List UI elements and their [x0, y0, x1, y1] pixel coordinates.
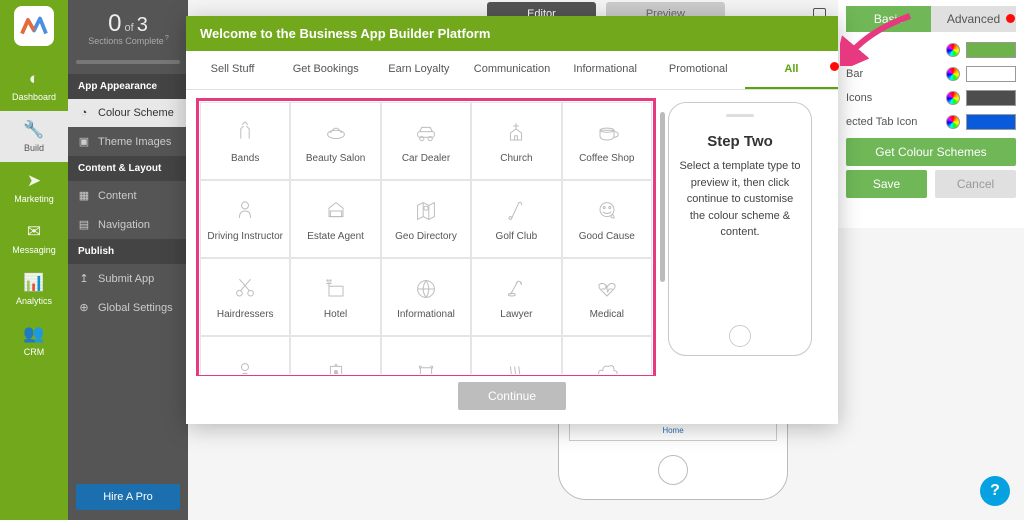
left-rail: ◐Dashboard 🔧Build ➤Marketing ✉Messaging … — [0, 0, 68, 520]
layout-icon: ▦ — [78, 189, 90, 202]
chart-icon: 📊 — [0, 273, 68, 293]
template-grid[interactable]: Bands Beauty Salon Car Dealer Church Cof… — [200, 102, 652, 374]
template-church[interactable]: Church — [471, 102, 561, 180]
cancel-button[interactable]: Cancel — [935, 170, 1016, 198]
tab-sell-stuff[interactable]: Sell Stuff — [186, 51, 279, 89]
template-hotel[interactable]: Hotel — [290, 258, 380, 336]
template-item[interactable] — [471, 336, 561, 374]
template-beauty-salon[interactable]: Beauty Salon — [290, 102, 380, 180]
template-good-cause[interactable]: Good Cause — [562, 180, 652, 258]
template-lawyer[interactable]: Lawyer — [471, 258, 561, 336]
template-car-dealer[interactable]: Car Dealer — [381, 102, 471, 180]
app-logo — [14, 6, 54, 46]
save-button[interactable]: Save — [846, 170, 927, 198]
annotation-dot — [830, 62, 839, 71]
side-panel: 0 of 3 Sections Complete App Appearance … — [68, 0, 188, 520]
template-medical[interactable]: Medical — [562, 258, 652, 336]
color-swatch[interactable] — [966, 42, 1016, 58]
get-colour-schemes-button[interactable]: Get Colour Schemes — [846, 138, 1016, 166]
svg-text:a: a — [334, 369, 338, 374]
palette-icon: ◔ — [78, 107, 90, 119]
template-item[interactable]: a — [290, 336, 380, 374]
color-wheel-icon[interactable] — [946, 115, 960, 129]
color-swatch[interactable] — [966, 66, 1016, 82]
step-title: Step Two — [707, 133, 773, 150]
template-estate-agent[interactable]: Estate Agent — [290, 180, 380, 258]
template-grid-wrap: Bands Beauty Salon Car Dealer Church Cof… — [200, 102, 652, 368]
section-publish: Publish — [68, 239, 188, 264]
color-swatch[interactable] — [966, 114, 1016, 130]
template-item[interactable] — [381, 336, 471, 374]
annotation-arrow-icon — [840, 10, 920, 66]
continue-button[interactable]: Continue — [458, 382, 566, 410]
color-wheel-icon[interactable] — [946, 91, 960, 105]
rail-crm[interactable]: 👥CRM — [0, 315, 68, 366]
template-coffee-shop[interactable]: Coffee Shop — [562, 102, 652, 180]
section-content: Content & Layout — [68, 156, 188, 181]
scrollbar[interactable] — [660, 112, 665, 282]
tab-informational[interactable]: Informational — [559, 51, 652, 89]
rocket-icon: ➤ — [0, 171, 68, 191]
tab-get-bookings[interactable]: Get Bookings — [279, 51, 372, 89]
tab-promotional[interactable]: Promotional — [652, 51, 745, 89]
phone-preview-pane: Step Two Select a template type to previ… — [668, 102, 812, 368]
tab-all[interactable]: All — [745, 51, 838, 89]
progress: 0 of 3 Sections Complete — [68, 0, 188, 54]
nav-icon: ▤ — [78, 218, 90, 231]
phone-frame: Step Two Select a template type to previ… — [668, 102, 812, 356]
rail-marketing[interactable]: ➤Marketing — [0, 162, 68, 213]
template-driving-instructor[interactable]: Driving Instructor — [200, 180, 290, 258]
tab-communication[interactable]: Communication — [465, 51, 558, 89]
template-item[interactable] — [562, 336, 652, 374]
template-bands[interactable]: Bands — [200, 102, 290, 180]
template-hairdressers[interactable]: Hairdressers — [200, 258, 290, 336]
item-content[interactable]: ▦Content — [68, 181, 188, 210]
prop-row: Icons — [846, 90, 1016, 106]
color-swatch[interactable] — [966, 90, 1016, 106]
item-colour-scheme[interactable]: ◔Colour Scheme — [68, 99, 188, 127]
template-geo-directory[interactable]: Geo Directory — [381, 180, 471, 258]
progress-bar — [76, 60, 180, 64]
template-item[interactable] — [200, 336, 290, 374]
item-submit-app[interactable]: ↥Submit App — [68, 264, 188, 293]
item-navigation[interactable]: ▤Navigation — [68, 210, 188, 239]
item-theme-images[interactable]: ▣Theme Images — [68, 127, 188, 156]
modal-tabs: Sell Stuff Get Bookings Earn Loyalty Com… — [186, 51, 838, 90]
chat-icon: ✉ — [0, 222, 68, 242]
globe-icon: ⊕ — [78, 301, 90, 314]
home-label: Home — [662, 426, 683, 435]
item-global-settings[interactable]: ⊕Global Settings — [68, 293, 188, 322]
rail-analytics[interactable]: 📊Analytics — [0, 264, 68, 315]
tab-advanced[interactable]: Advanced — [931, 6, 1016, 32]
hire-a-pro-button[interactable]: Hire A Pro — [76, 484, 180, 510]
tab-earn-loyalty[interactable]: Earn Loyalty — [372, 51, 465, 89]
wizard-modal: Welcome to the Business App Builder Plat… — [186, 16, 838, 424]
template-golf-club[interactable]: Golf Club — [471, 180, 561, 258]
annotation-dot — [1006, 14, 1015, 23]
section-appearance: App Appearance — [68, 74, 188, 99]
rail-dashboard[interactable]: ◐Dashboard — [0, 60, 68, 111]
prop-row: ected Tab Icon — [846, 114, 1016, 130]
people-icon: 👥 — [0, 324, 68, 344]
gauge-icon: ◐ — [0, 69, 68, 89]
color-wheel-icon[interactable] — [946, 67, 960, 81]
step-description: Select a template type to preview it, th… — [679, 158, 801, 241]
modal-title: Welcome to the Business App Builder Plat… — [186, 16, 838, 51]
upload-icon: ↥ — [78, 272, 90, 285]
wrench-icon: 🔧 — [0, 120, 68, 140]
help-button[interactable]: ? — [980, 476, 1010, 506]
prop-row: Bar — [846, 66, 1016, 82]
rail-messaging[interactable]: ✉Messaging — [0, 213, 68, 264]
rail-build[interactable]: 🔧Build — [0, 111, 68, 162]
color-wheel-icon[interactable] — [946, 43, 960, 57]
template-informational[interactable]: Informational — [381, 258, 471, 336]
image-icon: ▣ — [78, 135, 90, 148]
